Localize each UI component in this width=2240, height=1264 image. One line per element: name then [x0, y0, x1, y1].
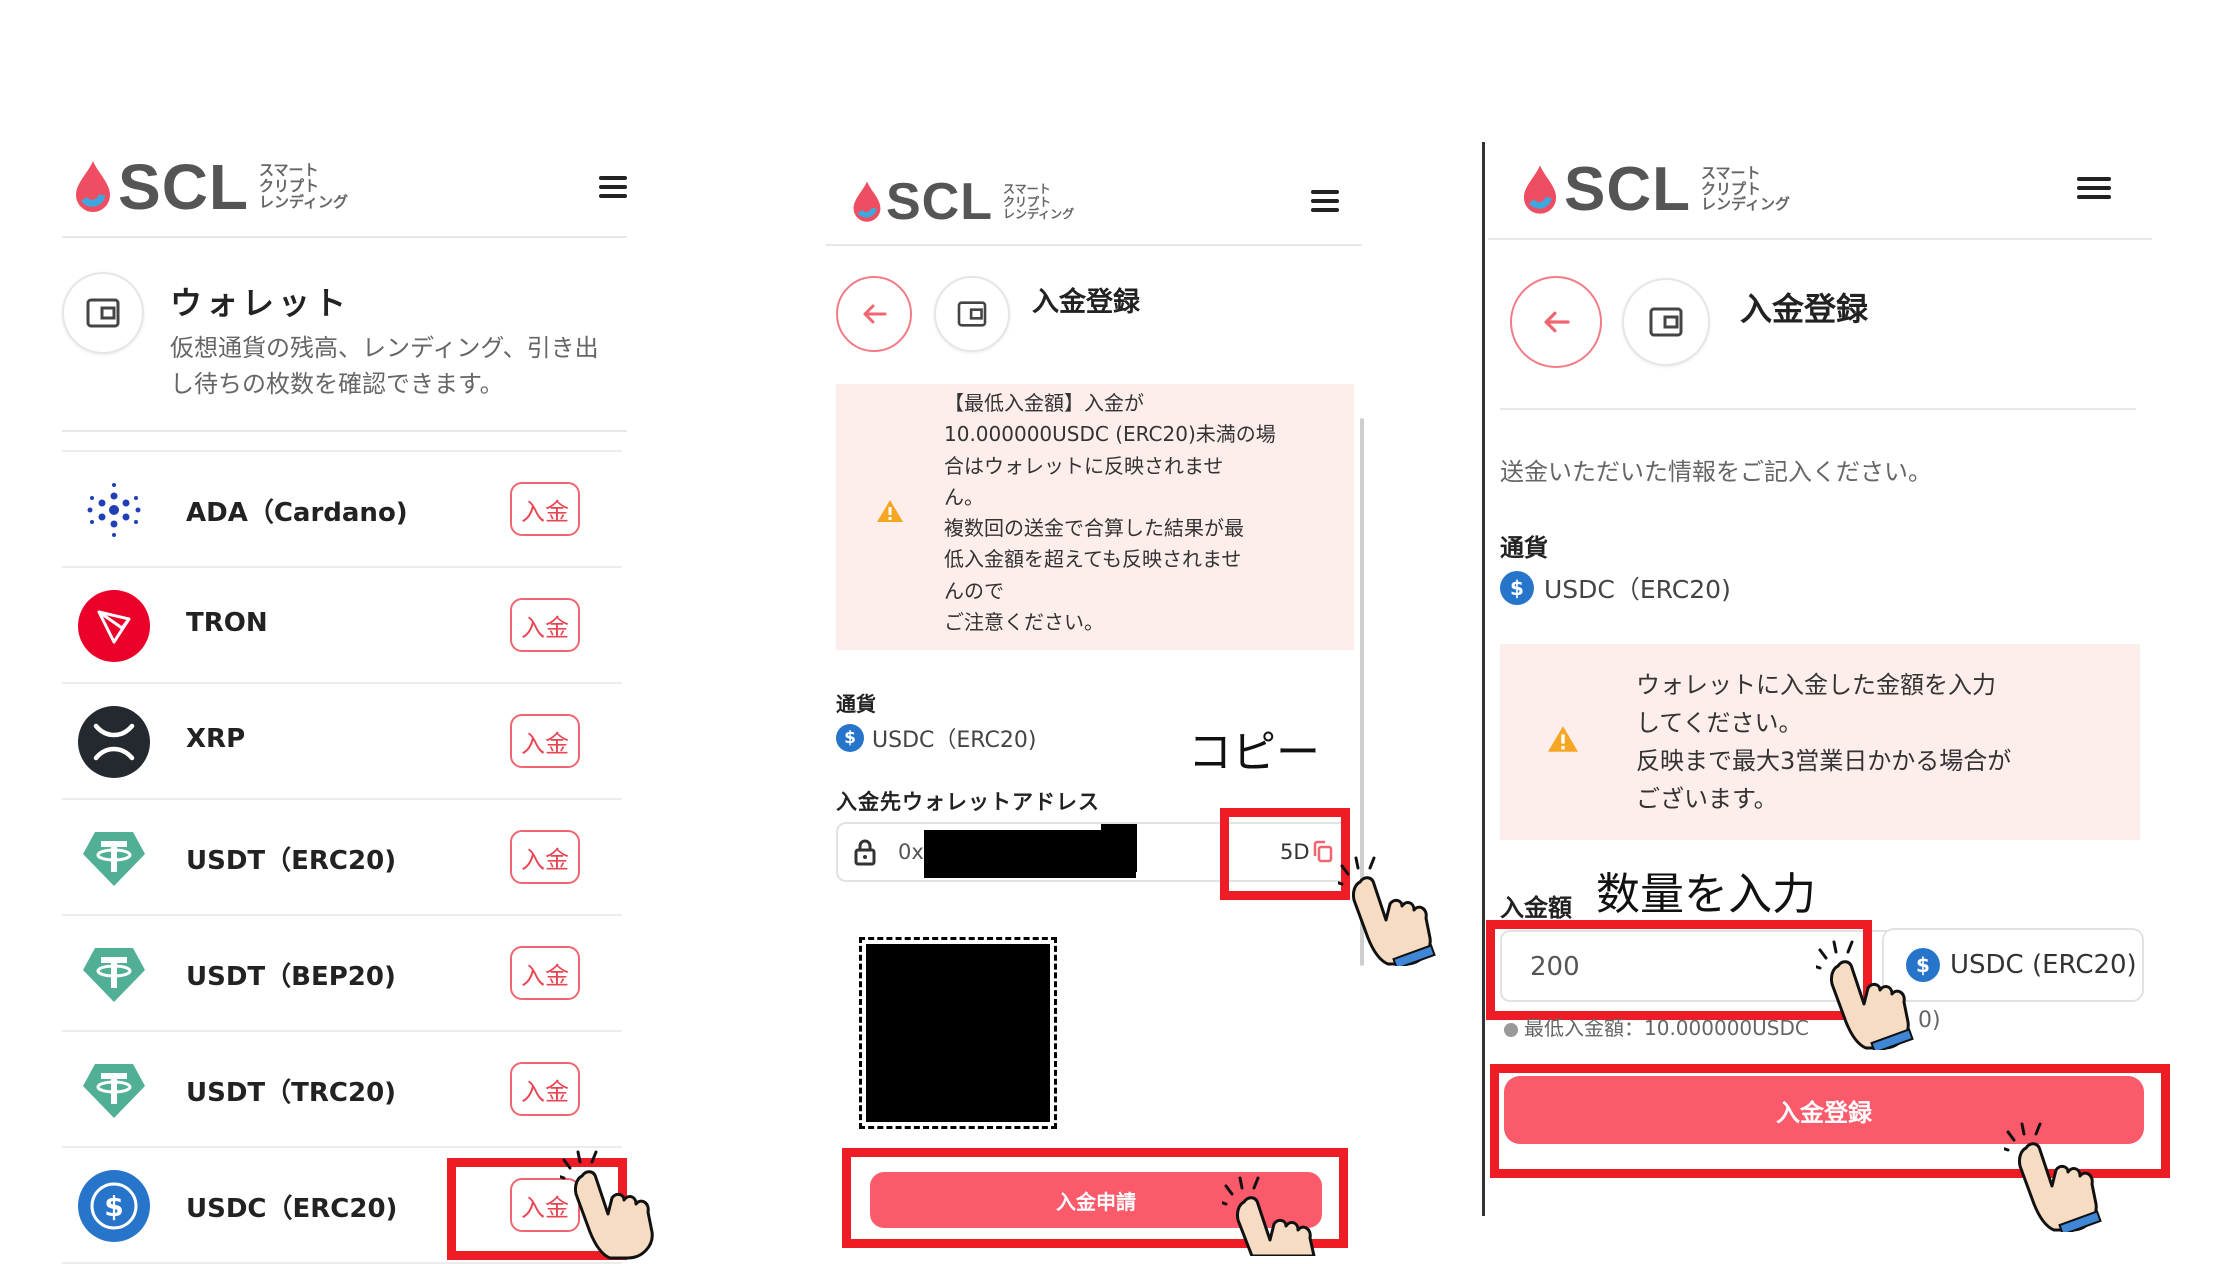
wallet-icon-button	[62, 272, 144, 354]
wallet-panel: SCL スマート クリプト レンディング ウォレット 仮想通貨の残高、レンディング、…	[0, 0, 660, 1264]
currency-label: 通貨	[1500, 534, 1548, 562]
tether-icon	[78, 822, 150, 894]
coin-name: ADA（Cardano)	[186, 498, 408, 528]
page-description-line1: 仮想通貨の残高、レンディング、引き出	[170, 334, 599, 362]
page-title: 入金登録	[1032, 287, 1140, 318]
deposit-button[interactable]: 入金	[510, 714, 580, 768]
tether-icon	[78, 1054, 150, 1126]
logo-subtitle: スマート クリプト レンディング	[1003, 182, 1075, 222]
coin-name: USDT（ERC20)	[186, 846, 397, 876]
currency-value: $ USDC（ERC20)	[836, 722, 1036, 754]
panel-separator	[1482, 142, 1485, 1216]
usdc-icon: $	[1500, 571, 1534, 605]
amount-annotation: 数量を入力	[1596, 869, 1816, 920]
scl-drop-icon	[1523, 164, 1557, 214]
deposit-button[interactable]: 入金	[510, 946, 580, 1000]
header-divider	[1488, 238, 2152, 240]
warning-icon	[877, 500, 903, 522]
pointing-hand-icon	[1338, 856, 1436, 966]
tron-icon	[78, 590, 150, 662]
warning-text: ウォレットに入金した金額を入力 してください。 反映まで最大3営業日かかる場合が…	[1636, 671, 2012, 813]
scl-drop-icon	[76, 161, 110, 212]
pointing-hand-icon	[2004, 1122, 2102, 1232]
header-divider	[826, 244, 1362, 246]
wallet-icon	[86, 298, 120, 328]
copy-annotation: コピー	[1188, 727, 1320, 778]
deposit-button[interactable]: 入金	[510, 830, 580, 884]
page-title: ウォレット	[170, 284, 351, 322]
wallet-icon-button	[934, 276, 1010, 352]
coin-name: USDT（TRC20)	[186, 1078, 397, 1108]
arrow-left-icon	[1544, 311, 1570, 333]
scl-logo: SCL スマート クリプト レンディング	[1522, 154, 1790, 225]
deposit-button[interactable]: 入金	[510, 598, 580, 652]
coin-row-usdt-trc20: USDT（TRC20) 入金	[62, 1030, 622, 1148]
header-divider	[62, 236, 627, 238]
address-prefix: 0x	[898, 840, 924, 864]
coin-row-ada: ADA（Cardano) 入金	[62, 450, 622, 568]
usdc-icon: $	[836, 724, 864, 752]
scl-logo: SCL スマート クリプト レンディング	[74, 150, 348, 224]
coin-name: XRP	[186, 724, 246, 754]
logo-text: SCL	[1564, 155, 1691, 224]
qr-code	[859, 937, 1057, 1129]
highlight-frame-amount	[1486, 920, 1872, 1020]
arrow-left-icon	[863, 304, 887, 324]
lock-icon	[854, 839, 876, 866]
usdc-icon: $	[78, 1170, 150, 1242]
page-title: 入金登録	[1740, 290, 1869, 328]
scl-logo: SCL スマート クリプト レンディング	[852, 172, 1074, 232]
highlight-frame-copy	[1220, 808, 1350, 900]
deposit-registration-panel: SCL スマート クリプト レンディング 入金登録 送金いただいた情報をご記入くださ…	[1486, 0, 2240, 1260]
coin-row-usdt-bep20: USDT（BEP20) 入金	[62, 914, 622, 1032]
xrp-icon	[78, 706, 150, 778]
logo-subtitle: スマート クリプト レンディング	[1701, 163, 1790, 214]
wallet-icon	[957, 301, 987, 327]
currency-label: 通貨	[836, 692, 876, 716]
pointing-hand-icon	[560, 1150, 654, 1260]
svg-text:$: $	[104, 1190, 123, 1223]
back-button[interactable]	[836, 276, 912, 352]
amount-label: 入金額	[1500, 894, 1572, 922]
coin-name: USDC（ERC20)	[186, 1194, 398, 1224]
tether-icon	[78, 938, 150, 1010]
logo-text: SCL	[886, 173, 993, 231]
deposit-button[interactable]: 入金	[510, 482, 580, 536]
info-icon	[1504, 1022, 1518, 1037]
section-divider	[62, 430, 627, 432]
minimum-deposit-warning: 【最低入金額】入金が 10.000000USDC (ERC20)未満の場 合はウ…	[836, 384, 1354, 650]
currency-value: $ USDC（ERC20)	[1500, 570, 1731, 606]
pointing-hand-icon	[1816, 940, 1914, 1050]
address-label: 入金先ウォレットアドレス	[836, 790, 1100, 814]
coin-row-tron: TRON 入金	[62, 566, 622, 684]
coin-row-usdt-erc20: USDT（ERC20) 入金	[62, 798, 622, 916]
warning-text: 【最低入金額】入金が 10.000000USDC (ERC20)未満の場 合はウ…	[944, 391, 1276, 635]
deposit-application-panel: SCL スマート クリプト レンディング 入金登録 【最低入金額】入金が 10.00…	[820, 0, 1380, 1260]
wallet-icon-button	[1622, 278, 1710, 366]
address-redacted-overlap	[1101, 824, 1137, 872]
hamburger-menu-icon[interactable]	[596, 170, 630, 204]
hamburger-menu-icon[interactable]	[2072, 168, 2116, 208]
logo-text: SCL	[118, 151, 249, 223]
coin-name: TRON	[186, 608, 268, 638]
wallet-icon	[1649, 307, 1683, 337]
scl-drop-icon	[853, 181, 881, 222]
cardano-icon	[78, 474, 150, 546]
minimum-note: 最低入金額：10.000000USDC	[1504, 1012, 1809, 1041]
section-divider	[1500, 408, 2136, 410]
amount-warning: ウォレットに入金した金額を入力 してください。 反映まで最大3営業日かかる場合が…	[1500, 644, 2140, 840]
back-button[interactable]	[1510, 276, 1602, 368]
hamburger-menu-icon[interactable]	[1308, 184, 1342, 218]
deposit-button[interactable]: 入金	[510, 1062, 580, 1116]
warning-icon	[1548, 726, 1578, 752]
logo-subtitle: スマート クリプト レンディング	[259, 161, 348, 211]
coin-row-xrp: XRP 入金	[62, 682, 622, 800]
form-intro: 送金いただいた情報をご記入ください。	[1500, 458, 1932, 486]
pointing-hand-icon	[1222, 1176, 1316, 1256]
page-description-line2: し待ちの枚数を確認できます。	[170, 370, 504, 398]
coin-name: USDT（BEP20)	[186, 962, 396, 992]
